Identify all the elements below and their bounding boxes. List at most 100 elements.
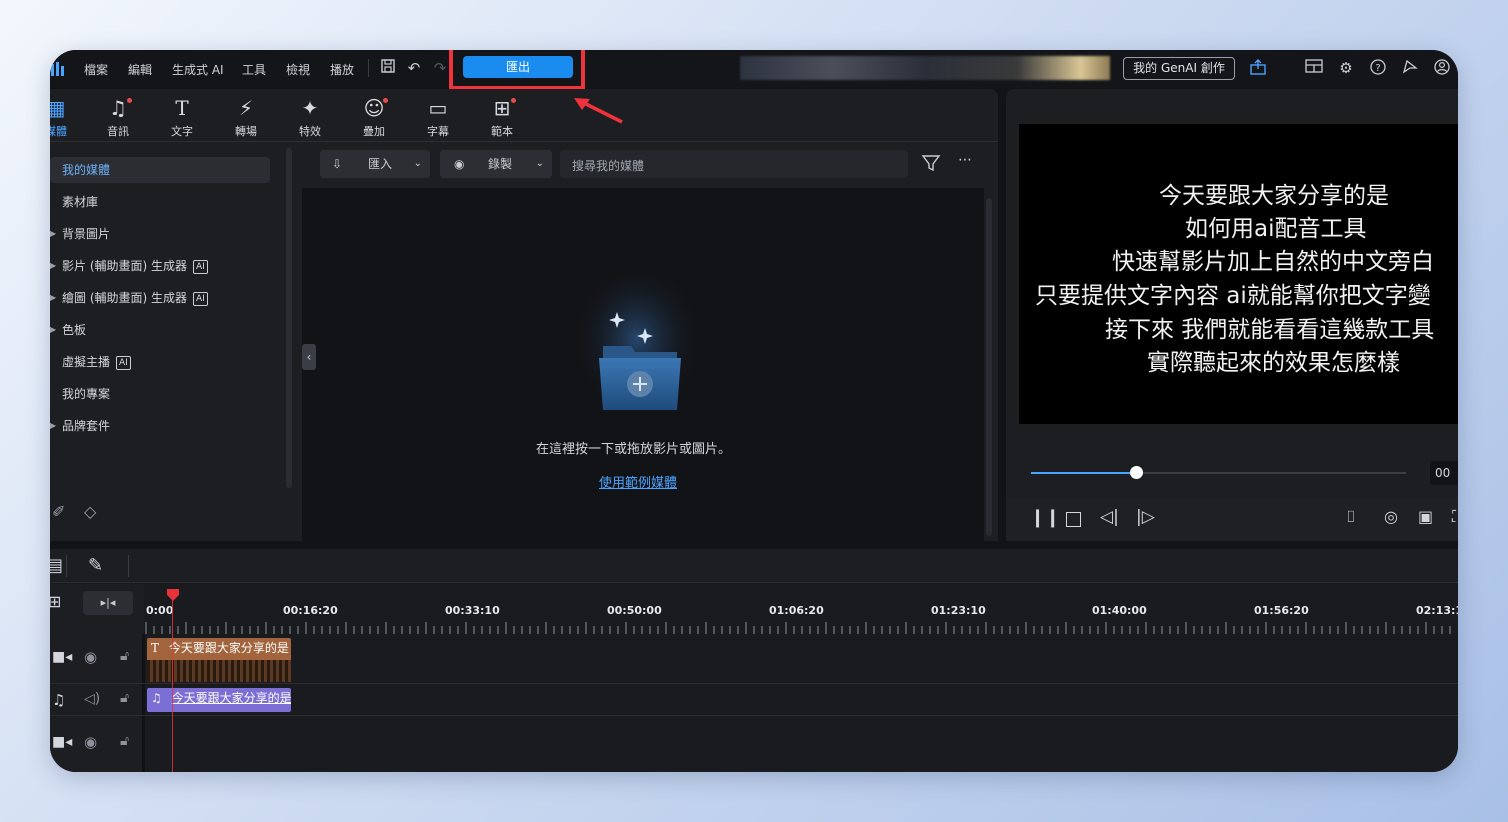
media-drop-zone[interactable]: 在這裡按一下或拖放影片或圖片。 使用範例媒體 [302,188,992,541]
folder-illustration-icon [577,276,697,416]
fit-timeline-button[interactable]: ▸|◂ [83,591,133,615]
undo-icon[interactable]: ↶ [404,58,424,78]
tab-audio[interactable]: ♫ 音訊 [94,95,142,139]
gear-icon[interactable]: ⚙ [1336,58,1356,78]
tab-media-label: 媒體 [50,125,67,138]
video-camera-icon: ■◂ [52,734,73,750]
sidebar-item-brand-kit[interactable]: ▶ 品牌套件 [50,413,270,439]
media-scrollbar[interactable] [986,198,992,536]
svg-text:?: ? [1375,63,1380,74]
display-settings-icon[interactable]: ▣ [1418,507,1433,526]
import-dropdown[interactable]: ⇩ 匯入 ⌄ [320,150,430,178]
add-tag-icon[interactable]: ✐ [52,502,65,521]
more-options-icon[interactable]: ⋯ [958,152,972,168]
search-input[interactable]: 搜尋我的媒體 [560,150,908,178]
lock-icon[interactable]: 🔓︎ [120,648,129,664]
ruler-label: 01:06:20 [769,604,824,617]
eye-icon[interactable]: ◉ [84,648,97,666]
ai-badge-icon: AI [193,291,208,306]
chevron-down-icon: ⌄ [413,158,422,169]
redo-icon[interactable]: ↷ [430,58,450,78]
sample-media-link[interactable]: 使用範例媒體 [599,472,677,491]
fullscreen-icon[interactable]: ⛶ [1452,507,1458,527]
menu-view[interactable]: 檢視 [286,61,310,78]
notification-icon[interactable] [1400,58,1420,78]
sidebar-item-background[interactable]: ▶ 背景圖片 [50,221,270,247]
menu-file[interactable]: 檔案 [84,61,108,78]
toolbar-divider [66,555,67,577]
expand-arrow-icon: ▶ [50,293,57,302]
sidebar-item-label: 我的媒體 [62,163,111,177]
tab-template[interactable]: ⊞ 範本 [478,95,526,139]
import-label: 匯入 [368,157,393,171]
ruler-label: 01:56:20 [1254,604,1309,617]
overlay-icon: ☺ [363,96,385,120]
tab-transition[interactable]: ⚡ 轉場 [222,95,270,139]
tab-text[interactable]: T 文字 [158,95,206,139]
tab-overlay[interactable]: ☺ 疊加 [350,95,398,139]
ruler-label: 02:13:1 [1416,604,1458,617]
stop-icon[interactable] [1066,512,1081,527]
preview-screen[interactable]: 今天要跟大家分享的是 如何用ai配音工具 快速幫影片加上自然的中文旁白 只要提供… [1019,124,1458,424]
help-icon[interactable]: ? [1368,58,1388,78]
subtitle-line: 今天要跟大家分享的是 [1159,183,1389,209]
import-icon: ⇩ [332,157,343,171]
upload-icon[interactable] [1248,58,1268,78]
sidebar-item-my-projects[interactable]: 我的專案 [50,381,270,407]
timeline-header-controls: ⊞ ▸|◂ [50,584,144,634]
layout-icon[interactable] [1304,58,1324,78]
sidebar-item-color-board[interactable]: ▶ 色板 [50,317,270,343]
speaker-icon[interactable]: ◁) [84,691,100,707]
text-clip[interactable]: T 今天要跟大家分享的是 [147,638,291,682]
sidebar-item-my-media[interactable]: 我的媒體 [50,157,270,183]
edit-pen-icon[interactable]: ✎ [88,555,103,576]
tab-template-label: 範本 [491,125,513,138]
sidebar-item-image-generator[interactable]: ▶ 繪圖 (輔助畫面) 生成器 AI [50,285,270,311]
text-clip-icon: T [151,641,160,655]
tab-subtitle[interactable]: ▭ 字幕 [414,95,462,139]
collapse-sidebar-button[interactable]: ‹ [302,344,316,370]
tag-icon[interactable]: ◇ [84,502,96,521]
sidebar-item-label: 背景圖片 [62,227,111,241]
sidebar-scrollbar[interactable] [286,148,292,488]
tab-media[interactable]: ▦ 媒體 [50,95,80,139]
audio-clip[interactable]: ♫ 今天要跟大家分享的是 [147,688,291,712]
export-highlight-box [449,50,585,90]
pause-icon[interactable]: ❙❙ [1030,507,1060,528]
seek-bar-progress [1031,472,1136,474]
seek-handle[interactable] [1130,466,1143,479]
save-icon[interactable] [378,58,398,78]
add-track-icon[interactable]: ⊞ [50,592,61,611]
promo-banner[interactable] [740,56,1110,80]
timeline-panel: ▤ ✎ ⊞ ▸|◂ 0:00 00:16:20 00:33:10 00:50:0… [50,549,1458,772]
playhead-handle[interactable] [167,586,179,601]
next-frame-icon[interactable]: |▷ [1136,507,1155,527]
subtitle-line: 快速幫影片加上自然的中文旁白 [1112,249,1434,275]
video-camera-icon: ■◂ [52,649,73,665]
new-badge-dot [383,98,388,103]
ruler-label: 01:23:10 [931,604,986,617]
account-icon[interactable] [1432,58,1452,78]
my-genai-button[interactable]: 我的 GenAI 創作 [1123,57,1235,80]
record-dropdown[interactable]: ◉ 錄製 ⌄ [440,150,552,178]
lock-icon[interactable]: 🔓︎ [120,690,129,706]
snapshot-camera-icon[interactable]: ⌷ [1346,507,1356,527]
menu-tools[interactable]: 工具 [242,61,266,78]
track-manager-icon[interactable]: ▤ [50,555,63,576]
sidebar-item-video-generator[interactable]: ▶ 影片 (輔助畫面) 生成器 AI [50,253,270,279]
playhead-line [172,597,173,772]
menu-edit[interactable]: 編輯 [128,61,152,78]
tab-effects[interactable]: ✦ 特效 [286,95,334,139]
record-label: 錄製 [488,157,513,171]
subtitle-line: 接下來 我們就能看看這幾款工具 [1105,317,1435,343]
lock-icon[interactable]: 🔓︎ [120,733,129,749]
previous-frame-icon[interactable]: ◁| [1100,507,1119,527]
filter-icon[interactable] [920,152,942,174]
sidebar-item-library[interactable]: 素材庫 [50,189,270,215]
eye-icon[interactable]: ◉ [84,733,97,751]
app-logo-icon [50,60,66,78]
menu-playback[interactable]: 播放 [330,61,354,78]
preview-quality-icon[interactable]: ◎ [1384,507,1398,526]
menu-generative-ai[interactable]: 生成式 AI [172,61,224,78]
sidebar-item-virtual-host[interactable]: 虛擬主播 AI [50,349,270,375]
